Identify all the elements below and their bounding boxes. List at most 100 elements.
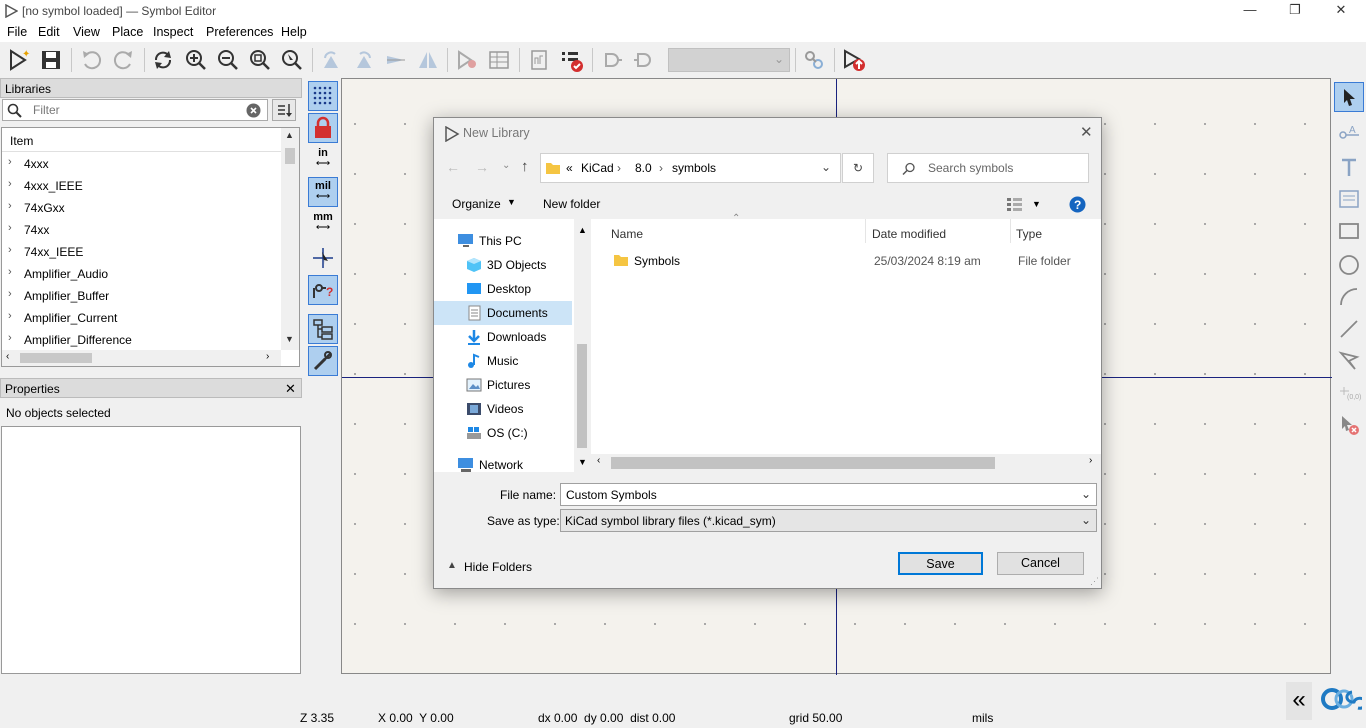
unit-selector-dropdown[interactable]: ⌄ — [668, 48, 790, 72]
library-item[interactable]: › 74xGxx — [2, 197, 282, 219]
organize-menu[interactable]: Organize — [452, 197, 501, 211]
chevron-right-icon[interactable]: › — [8, 266, 12, 278]
zoom-out-icon[interactable] — [214, 46, 242, 74]
tree-horizontal-scrollbar[interactable]: ‹ › — [2, 350, 281, 366]
show-pins-icon[interactable] — [598, 46, 626, 74]
clear-filter-icon[interactable] — [246, 103, 261, 118]
scroll-down-icon[interactable]: ▼ — [578, 457, 587, 467]
filter-input[interactable]: Filter — [2, 99, 268, 121]
nav-music[interactable]: Music — [434, 349, 574, 373]
library-item[interactable]: › 74xx — [2, 219, 282, 241]
rotate-cw-icon[interactable] — [350, 46, 378, 74]
select-arrow-icon[interactable] — [1334, 82, 1364, 112]
export-symbol-icon[interactable] — [840, 46, 868, 74]
anchor-icon[interactable]: (0,0) — [1334, 378, 1364, 408]
collapse-panel-icon[interactable]: « — [1286, 682, 1312, 720]
nav-this-pc[interactable]: This PC — [434, 229, 574, 253]
add-line-icon[interactable] — [1334, 314, 1364, 344]
scroll-right-icon[interactable]: › — [266, 351, 269, 362]
save-button[interactable]: Save — [898, 552, 983, 575]
breadcrumb-kicad[interactable]: KiCad — [581, 161, 614, 175]
caret-down-icon[interactable]: ▼ — [1032, 199, 1041, 209]
scrollbar-thumb[interactable] — [20, 353, 92, 363]
chevron-right-icon[interactable]: › — [8, 178, 12, 190]
close-dialog-icon[interactable]: ✕ — [1080, 123, 1093, 141]
redo-icon[interactable] — [110, 46, 138, 74]
chevron-up-icon[interactable]: ▲ — [447, 560, 457, 571]
scroll-up-icon[interactable]: ▲ — [578, 225, 587, 235]
symbol-checker-icon[interactable] — [558, 46, 586, 74]
scrollbar-thumb[interactable] — [285, 148, 295, 164]
nav-documents[interactable]: Documents — [434, 301, 572, 325]
grid-lock-icon[interactable] — [308, 113, 338, 143]
scroll-left-icon[interactable]: ‹ — [6, 351, 9, 362]
save-icon[interactable] — [37, 46, 65, 74]
save-as-type-select[interactable]: KiCad symbol library files (*.kicad_sym)… — [560, 509, 1097, 532]
nav-network[interactable]: Network — [434, 453, 574, 477]
library-item[interactable]: › Amplifier_Audio — [2, 263, 282, 285]
symbol-tree-toggle-icon[interactable] — [308, 314, 338, 344]
chevron-right-icon[interactable]: › — [8, 200, 12, 212]
file-row[interactable]: Symbols 25/03/2024 8:19 am File folder — [607, 249, 1097, 271]
rotate-ccw-icon[interactable] — [317, 46, 345, 74]
undo-icon[interactable] — [77, 46, 105, 74]
add-textbox-icon[interactable] — [1334, 184, 1364, 214]
column-header-item[interactable]: Item — [2, 128, 281, 152]
address-bar[interactable]: « KiCad › 8.0 › symbols ⌄ — [540, 153, 841, 183]
nav-videos[interactable]: Videos — [434, 397, 574, 421]
scroll-down-icon[interactable]: ▼ — [285, 334, 294, 344]
show-pin-electrical-type-icon[interactable]: ? — [308, 275, 338, 305]
library-item[interactable]: › Amplifier_Current — [2, 307, 282, 329]
nav-3d-objects[interactable]: 3D Objects — [434, 253, 574, 277]
breadcrumb-version[interactable]: 8.0 — [635, 161, 652, 175]
forward-arrow-icon[interactable]: → — [475, 159, 489, 175]
library-item[interactable]: › Amplifier_Buffer — [2, 285, 282, 307]
help-icon[interactable]: ? — [1069, 196, 1086, 213]
chevron-down-icon[interactable]: ⌄ — [821, 160, 831, 174]
de-morgan-icon[interactable] — [630, 46, 658, 74]
add-polygon-icon[interactable] — [1334, 346, 1364, 376]
new-folder-button[interactable]: New folder — [543, 197, 600, 211]
scrollbar-thumb[interactable] — [611, 457, 995, 469]
properties-panel-toggle-icon[interactable] — [308, 346, 338, 376]
view-options-icon[interactable] — [1006, 197, 1024, 211]
scroll-left-icon[interactable]: ‹ — [597, 455, 600, 466]
chevron-right-icon[interactable]: › — [8, 222, 12, 234]
add-rectangle-icon[interactable] — [1334, 216, 1364, 246]
library-item[interactable]: › 4xxx — [2, 153, 282, 175]
mirror-horizontal-icon[interactable] — [414, 46, 442, 74]
column-type[interactable]: Type — [1016, 227, 1042, 241]
add-arc-icon[interactable] — [1334, 282, 1364, 312]
units-mm-button[interactable]: mm ⟷ — [308, 209, 338, 239]
chevron-down-icon[interactable]: ⌄ — [1081, 513, 1091, 527]
breadcrumb-symbols[interactable]: symbols — [672, 161, 716, 175]
menu-inspect[interactable]: Inspect — [153, 25, 193, 39]
column-name[interactable]: Name — [611, 227, 643, 241]
add-pin-icon[interactable]: A — [1334, 120, 1364, 150]
chevron-right-icon[interactable]: › — [8, 156, 12, 168]
menu-edit[interactable]: Edit — [38, 25, 60, 39]
file-name-input[interactable]: Custom Symbols ⌄ — [560, 483, 1097, 506]
minimize-icon[interactable]: — — [1240, 2, 1260, 17]
refresh-icon[interactable] — [149, 46, 177, 74]
pin-table-icon[interactable] — [485, 46, 513, 74]
nav-desktop[interactable]: Desktop — [434, 277, 574, 301]
units-inches-button[interactable]: in ⟷ — [308, 145, 338, 175]
library-item[interactable]: › 74xx_IEEE — [2, 241, 282, 263]
datasheet-icon[interactable] — [525, 46, 553, 74]
nav-pictures[interactable]: Pictures — [434, 373, 574, 397]
cursor-crosshair-icon[interactable] — [308, 243, 338, 273]
scroll-up-icon[interactable]: ▲ — [285, 130, 294, 140]
sync-pins-icon[interactable] — [800, 46, 828, 74]
file-horizontal-scrollbar[interactable]: ‹ › — [591, 454, 1101, 472]
search-input[interactable]: Search symbols — [887, 153, 1089, 183]
zoom-selection-icon[interactable] — [278, 46, 306, 74]
scrollbar-thumb[interactable] — [577, 344, 587, 448]
hide-folders-button[interactable]: Hide Folders — [464, 560, 532, 574]
menu-help[interactable]: Help — [281, 25, 307, 39]
nav-scrollbar[interactable]: ▲ ▼ — [574, 219, 590, 472]
zoom-fit-icon[interactable] — [246, 46, 274, 74]
scroll-right-icon[interactable]: › — [1089, 455, 1092, 466]
mirror-vertical-icon[interactable] — [382, 46, 410, 74]
chevron-right-icon[interactable]: › — [8, 310, 12, 322]
